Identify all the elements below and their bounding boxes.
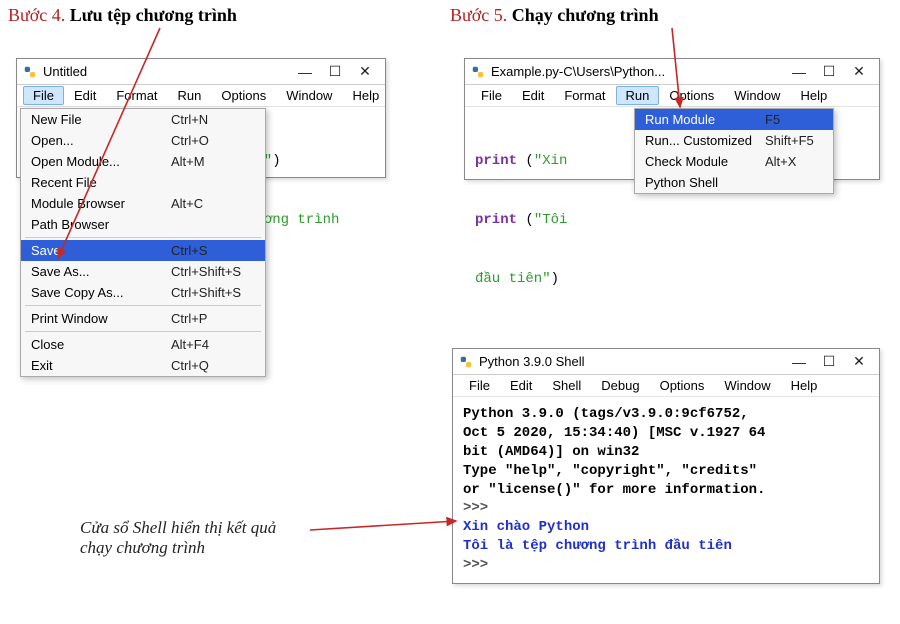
file-menu-newfile[interactable]: New FileCtrl+N <box>21 109 265 130</box>
window-title: Python 3.9.0 Shell <box>479 354 585 369</box>
step4-text: Lưu tệp chương trình <box>70 5 237 25</box>
step4-label: Bước 4. <box>8 5 65 25</box>
caption-step4: Bước 4. Lưu tệp chương trình <box>8 5 237 26</box>
minimize-button[interactable]: — <box>785 352 813 372</box>
separator <box>25 237 261 238</box>
close-button[interactable]: ✕ <box>845 62 873 82</box>
run-menu-checkmodule[interactable]: Check ModuleAlt+X <box>635 151 833 172</box>
menu-options[interactable]: Options <box>650 376 715 395</box>
minimize-button[interactable]: — <box>785 62 813 82</box>
file-menu-save[interactable]: SaveCtrl+S <box>21 240 265 261</box>
file-menu-exit[interactable]: ExitCtrl+Q <box>21 355 265 376</box>
close-button[interactable]: ✕ <box>351 62 379 82</box>
menu-file[interactable]: File <box>471 86 512 105</box>
run-dropdown: Run ModuleF5 Run... CustomizedShift+F5 C… <box>634 108 834 194</box>
menu-window[interactable]: Window <box>276 86 342 105</box>
menu-edit[interactable]: Edit <box>512 86 554 105</box>
close-button[interactable]: ✕ <box>845 352 873 372</box>
python-icon <box>459 355 473 369</box>
python-icon <box>471 65 485 79</box>
shell-note: Cửa sổ Shell hiển thị kết quả chạy chươn… <box>80 518 276 558</box>
menu-window[interactable]: Window <box>714 376 780 395</box>
shell-line: Oct 5 2020, 15:34:40) [MSC v.1927 64 <box>463 424 869 443</box>
run-menu-pythonshell[interactable]: Python Shell <box>635 172 833 193</box>
shell-prompt: >>> <box>463 556 869 575</box>
menu-file[interactable]: File <box>23 86 64 105</box>
file-menu-saveas[interactable]: Save As...Ctrl+Shift+S <box>21 261 265 282</box>
menu-options[interactable]: Options <box>659 86 724 105</box>
python-icon <box>23 65 37 79</box>
window-title: Untitled <box>43 64 87 79</box>
separator <box>25 305 261 306</box>
file-menu-print[interactable]: Print WindowCtrl+P <box>21 308 265 329</box>
menu-format[interactable]: Format <box>106 86 167 105</box>
shell-output-line: Xin chào Python <box>463 518 869 537</box>
shell-prompt: >>> <box>463 499 869 518</box>
file-menu-savecopyas[interactable]: Save Copy As...Ctrl+Shift+S <box>21 282 265 303</box>
maximize-button[interactable]: ☐ <box>321 62 349 82</box>
file-menu-close[interactable]: CloseAlt+F4 <box>21 334 265 355</box>
menu-shell[interactable]: Shell <box>542 376 591 395</box>
file-menu-modulebrowser[interactable]: Module BrowserAlt+C <box>21 193 265 214</box>
shell-line: Python 3.9.0 (tags/v3.9.0:9cf6752, <box>463 405 869 424</box>
titlebar[interactable]: Python 3.9.0 Shell — ☐ ✕ <box>453 349 879 375</box>
maximize-button[interactable]: ☐ <box>815 62 843 82</box>
file-menu-open[interactable]: Open...Ctrl+O <box>21 130 265 151</box>
separator <box>25 331 261 332</box>
menubar: File Edit Format Run Options Window Help <box>465 85 879 107</box>
menu-file[interactable]: File <box>459 376 500 395</box>
menubar: File Edit Format Run Options Window Help <box>17 85 385 107</box>
menu-help[interactable]: Help <box>342 86 389 105</box>
file-dropdown: New FileCtrl+N Open...Ctrl+O Open Module… <box>20 108 266 377</box>
menu-options[interactable]: Options <box>211 86 276 105</box>
run-menu-runcustom[interactable]: Run... CustomizedShift+F5 <box>635 130 833 151</box>
window-title: Example.py-C\Users\Python... <box>491 64 665 79</box>
shell-line: bit (AMD64)] on win32 <box>463 443 869 462</box>
step5-text: Chạy chương trình <box>512 5 659 25</box>
menu-help[interactable]: Help <box>781 376 828 395</box>
step5-label: Bước 5. <box>450 5 507 25</box>
file-menu-recent[interactable]: Recent File <box>21 172 265 193</box>
shell-output[interactable]: Python 3.9.0 (tags/v3.9.0:9cf6752, Oct 5… <box>453 397 879 583</box>
run-menu-runmodule[interactable]: Run ModuleF5 <box>635 109 833 130</box>
menu-run[interactable]: Run <box>616 86 660 105</box>
titlebar[interactable]: Untitled — ☐ ✕ <box>17 59 385 85</box>
window-shell: Python 3.9.0 Shell — ☐ ✕ File Edit Shell… <box>452 348 880 584</box>
maximize-button[interactable]: ☐ <box>815 352 843 372</box>
menu-help[interactable]: Help <box>790 86 837 105</box>
minimize-button[interactable]: — <box>291 62 319 82</box>
shell-line: or "license()" for more information. <box>463 481 869 500</box>
titlebar[interactable]: Example.py-C\Users\Python... — ☐ ✕ <box>465 59 879 85</box>
menu-run[interactable]: Run <box>168 86 212 105</box>
menu-edit[interactable]: Edit <box>500 376 542 395</box>
menubar: File Edit Shell Debug Options Window Hel… <box>453 375 879 397</box>
shell-line: Type "help", "copyright", "credits" <box>463 462 869 481</box>
caption-step5: Bước 5. Chạy chương trình <box>450 5 659 26</box>
shell-output-line: Tôi là tệp chương trình đầu tiên <box>463 537 869 556</box>
shell-note-line1: Cửa sổ Shell hiển thị kết quả <box>80 518 276 538</box>
file-menu-openmodule[interactable]: Open Module...Alt+M <box>21 151 265 172</box>
menu-format[interactable]: Format <box>554 86 615 105</box>
menu-debug[interactable]: Debug <box>591 376 649 395</box>
menu-window[interactable]: Window <box>724 86 790 105</box>
menu-edit[interactable]: Edit <box>64 86 106 105</box>
shell-note-line2: chạy chương trình <box>80 538 276 558</box>
file-menu-pathbrowser[interactable]: Path Browser <box>21 214 265 235</box>
